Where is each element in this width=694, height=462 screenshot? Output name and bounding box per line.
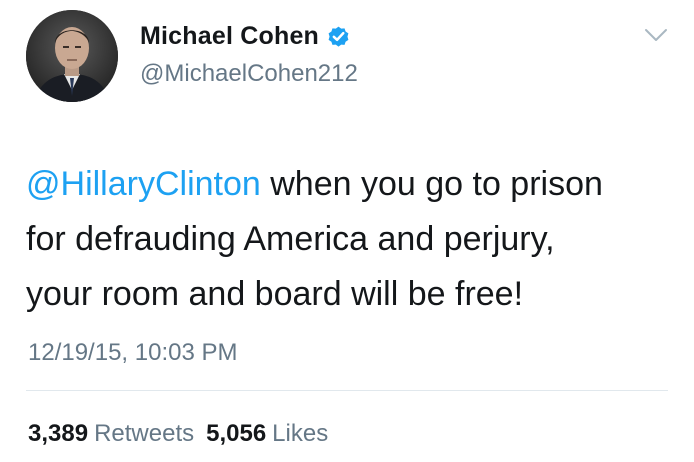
profile-photo xyxy=(26,10,118,102)
likes-count: 5,056 xyxy=(206,420,267,447)
tweet-text-line-3: your room and board will be free! xyxy=(26,275,524,313)
retweets-label: Retweets xyxy=(94,420,195,447)
author-name-row[interactable]: Michael Cohen xyxy=(140,22,351,51)
avatar[interactable] xyxy=(26,10,118,102)
likes-label: Likes xyxy=(272,420,329,447)
tweet-text-line-1: @HillaryClinton when you go to prison xyxy=(26,157,676,212)
tweet-stats: 3,389 Retweets 5,056 Likes xyxy=(28,420,340,448)
chevron-down-icon[interactable] xyxy=(641,24,671,46)
retweets-stat[interactable]: 3,389 Retweets xyxy=(28,420,194,448)
divider xyxy=(26,390,668,391)
tweet-timestamp[interactable]: 12/19/15, 10:03 PM xyxy=(28,339,237,367)
tweet-text: @HillaryClinton when you go to prison fo… xyxy=(26,157,676,322)
tweet-card: Michael Cohen @MichaelCohen212 @HillaryC… xyxy=(0,0,694,462)
tweet-text-line-2: for defrauding America and perjury, xyxy=(26,220,555,258)
author-name[interactable]: Michael Cohen xyxy=(140,22,319,51)
tweet-text-line-1-rest: when you go to prison xyxy=(260,165,603,203)
verified-badge-icon xyxy=(326,24,351,49)
retweets-count: 3,389 xyxy=(28,420,89,447)
mention-link[interactable]: @HillaryClinton xyxy=(26,165,261,203)
likes-stat[interactable]: 5,056 Likes xyxy=(206,420,328,448)
author-handle[interactable]: @MichaelCohen212 xyxy=(140,60,358,88)
